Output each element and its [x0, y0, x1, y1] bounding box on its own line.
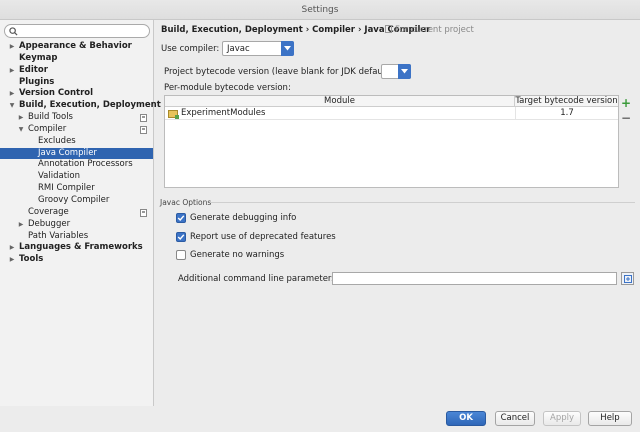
deprecated-features-label[interactable]: Report use of deprecated features	[190, 232, 336, 242]
chevron-right-icon[interactable]: ▶	[8, 254, 16, 266]
sidebar-item-label: Build Tools	[28, 112, 73, 123]
sidebar-item-label: Languages & Frameworks	[19, 242, 143, 253]
sidebar-item-languages-frameworks[interactable]: ▶ Languages & Frameworks	[0, 242, 153, 254]
expand-editor-button[interactable]	[621, 272, 634, 285]
search-icon	[9, 27, 18, 36]
debug-info-label[interactable]: Generate debugging info	[190, 213, 296, 223]
ok-button[interactable]: OK	[446, 411, 486, 426]
sidebar-item-label: Build, Execution, Deployment	[19, 100, 161, 111]
compiler-select[interactable]: Javac	[222, 41, 294, 56]
project-scope-icon	[140, 114, 147, 123]
cancel-button[interactable]: Cancel	[495, 411, 535, 426]
sidebar-item-keymap[interactable]: Keymap	[0, 53, 153, 65]
chevron-right-icon[interactable]: ▶	[17, 219, 25, 231]
expand-icon	[624, 275, 632, 283]
sidebar-item-groovy-compiler[interactable]: Groovy Compiler	[0, 195, 153, 207]
sidebar-item-path-variables[interactable]: Path Variables	[0, 231, 153, 243]
project-scope-icon	[385, 25, 392, 33]
scope-note: For current project	[385, 25, 474, 35]
sidebar-item-rmi-compiler[interactable]: RMI Compiler	[0, 183, 153, 195]
chevron-down-icon[interactable]	[281, 41, 294, 56]
bytecode-label: Project bytecode version (leave blank fo…	[164, 67, 395, 77]
no-warnings-label[interactable]: Generate no warnings	[190, 250, 284, 260]
compiler-select-value: Javac	[227, 44, 250, 54]
bytecode-version-select[interactable]	[381, 64, 411, 79]
apply-button[interactable]: Apply	[543, 411, 581, 426]
no-warnings-checkbox[interactable]	[176, 250, 186, 260]
table-header: Module Target bytecode version	[165, 96, 618, 107]
column-header-module[interactable]: Module	[165, 96, 515, 107]
sidebar-item-annotation-processors[interactable]: Annotation Processors	[0, 159, 153, 171]
sidebar-item-java-compiler[interactable]: Java Compiler	[0, 147, 153, 160]
checkmark-icon	[177, 234, 185, 241]
sidebar-item-debugger[interactable]: ▶ Debugger	[0, 219, 153, 231]
sidebar-item-label: Excludes	[38, 135, 76, 146]
chevron-right-icon[interactable]: ▶	[8, 88, 16, 100]
sidebar-item-label: Debugger	[28, 218, 71, 229]
module-icon	[168, 110, 179, 119]
chevron-right-icon[interactable]: ▶	[8, 41, 16, 53]
main-panel: Build, Execution, Deployment › Compiler …	[155, 20, 640, 406]
deprecated-features-checkbox[interactable]	[176, 232, 186, 242]
sidebar-item-build-execution-deployment[interactable]: ▼ Build, Execution, Deployment	[0, 100, 161, 112]
javac-options-heading: Javac Options	[160, 198, 212, 207]
target-version-cell[interactable]: 1.7	[515, 107, 618, 120]
chevron-right-icon[interactable]: ▶	[17, 112, 25, 124]
sidebar-item-coverage[interactable]: Coverage	[0, 207, 153, 219]
scope-note-text: For current project	[395, 25, 474, 35]
chevron-down-icon[interactable]	[398, 64, 411, 79]
sidebar-item-label: Keymap	[19, 52, 58, 63]
checkmark-icon	[177, 215, 185, 222]
sidebar-item-label: Annotation Processors	[38, 159, 133, 170]
cmd-params-label: Additional command line parameters:	[178, 274, 339, 284]
cmd-params-input[interactable]	[332, 272, 617, 285]
sidebar-item-tools[interactable]: ▶ Tools	[0, 254, 153, 266]
sidebar-item-appearance-behavior[interactable]: ▶ Appearance & Behavior	[0, 41, 153, 53]
add-module-button[interactable]: +	[620, 97, 632, 109]
sidebar-item-label: Plugins	[19, 76, 55, 87]
table-row[interactable]: ExperimentModules 1.7	[165, 107, 618, 120]
help-button[interactable]: Help	[588, 411, 632, 426]
sidebar-item-build-tools[interactable]: ▶ Build Tools	[0, 112, 153, 124]
settings-tree: ▶ Appearance & Behavior Keymap ▶ Editor Plugi…	[0, 41, 161, 266]
module-bytecode-table: Module Target bytecode version Experimen…	[164, 95, 619, 188]
sidebar-item-label: Appearance & Behavior	[19, 41, 132, 51]
dialog-footer: OK Cancel Apply Help	[0, 406, 640, 432]
sidebar-item-plugins[interactable]: Plugins	[0, 77, 153, 89]
sidebar-item-label: Version Control	[19, 88, 94, 99]
sidebar-item-label: Java Compiler	[38, 147, 97, 158]
column-header-target-version[interactable]: Target bytecode version	[515, 96, 618, 107]
chevron-down-icon[interactable]: ▼	[8, 100, 16, 112]
project-scope-icon	[140, 125, 147, 134]
search-input[interactable]	[4, 24, 150, 38]
sidebar-item-version-control[interactable]: ▶ Version Control	[0, 88, 153, 100]
chevron-right-icon[interactable]: ▶	[8, 242, 16, 254]
sidebar-item-label: Path Variables	[28, 230, 89, 241]
sidebar-item-label: Compiler	[28, 123, 67, 134]
sidebar-item-label: Coverage	[28, 206, 69, 217]
window-title: Settings	[0, 0, 640, 20]
sidebar-item-editor[interactable]: ▶ Editor	[0, 65, 153, 77]
sidebar-item-label: Validation	[38, 171, 80, 182]
sidebar-item-label: Tools	[19, 254, 44, 265]
settings-sidebar: ▶ Appearance & Behavior Keymap ▶ Editor Plugi…	[0, 20, 161, 406]
sidebar-item-label: RMI Compiler	[38, 183, 95, 194]
chevron-right-icon[interactable]: ▶	[8, 65, 16, 77]
sidebar-item-label: Groovy Compiler	[38, 194, 110, 205]
sidebar-item-excludes[interactable]: Excludes	[0, 136, 153, 148]
use-compiler-label: Use compiler:	[161, 44, 220, 54]
sidebar-item-validation[interactable]: Validation	[0, 171, 153, 183]
module-name-cell: ExperimentModules	[181, 108, 266, 118]
per-module-label: Per-module bytecode version:	[164, 83, 291, 93]
sidebar-item-compiler[interactable]: ▼ Compiler	[0, 124, 153, 136]
remove-module-button[interactable]: −	[620, 112, 632, 124]
chevron-down-icon[interactable]: ▼	[17, 124, 25, 136]
project-scope-icon	[140, 208, 147, 217]
group-divider	[210, 202, 635, 203]
sidebar-item-label: Editor	[19, 64, 48, 75]
debug-info-checkbox[interactable]	[176, 213, 186, 223]
